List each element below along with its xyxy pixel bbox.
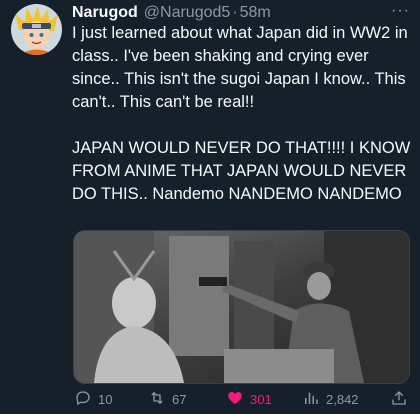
views-button[interactable]: 2,842 [302, 389, 359, 410]
reply-button[interactable]: 10 [74, 389, 112, 410]
tweet-paragraph-2: JAPAN WOULD NEVER DO THAT!!!! I KNOW FRO… [72, 139, 411, 203]
avatar[interactable] [11, 4, 62, 55]
share-icon [390, 389, 408, 410]
retweet-button[interactable]: 67 [148, 389, 186, 410]
share-button[interactable] [390, 389, 408, 410]
user-handle[interactable]: @Narugod5 [144, 4, 231, 22]
tweet-body: I just learned about what Japan did in W… [72, 22, 412, 206]
views-count: 2,842 [326, 391, 359, 407]
more-icon[interactable]: ··· [391, 2, 410, 20]
tweet-header: Narugod @Narugod5 · 58m ··· [72, 2, 410, 24]
retweet-icon [148, 389, 166, 410]
reply-icon [74, 389, 92, 410]
like-button[interactable]: 301 [226, 389, 272, 410]
separator-dot: · [232, 4, 238, 21]
views-icon [302, 389, 320, 410]
timestamp[interactable]: 58m [240, 4, 271, 22]
retweet-count: 67 [172, 391, 187, 407]
tweet-media-image[interactable] [73, 230, 410, 384]
action-bar: 10 67 301 2,842 [74, 388, 414, 410]
reply-count: 10 [98, 391, 113, 407]
like-count: 301 [250, 391, 272, 407]
heart-icon [226, 389, 244, 410]
display-name[interactable]: Narugod [72, 4, 138, 22]
tweet-paragraph-1: I just learned about what Japan did in W… [72, 24, 408, 111]
